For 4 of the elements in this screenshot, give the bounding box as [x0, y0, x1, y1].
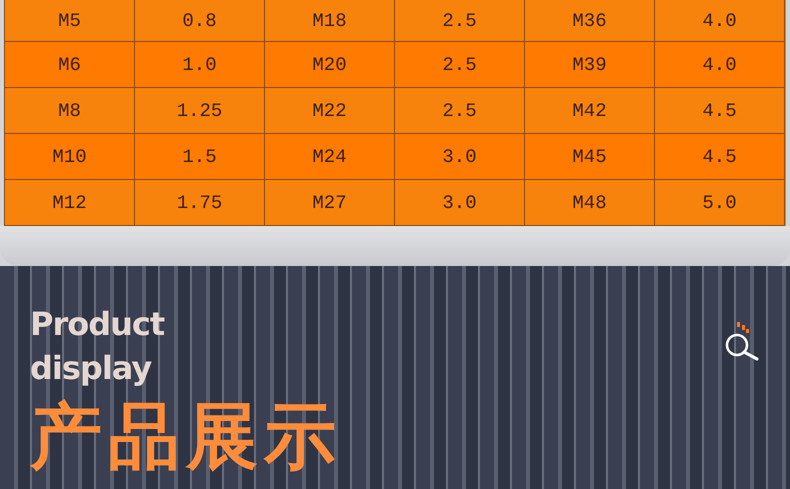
section-title: Product — [30, 304, 166, 345]
section-title: display — [30, 348, 152, 389]
section-title-chinese: 产品展示 — [30, 396, 342, 476]
search-icon — [724, 321, 760, 361]
